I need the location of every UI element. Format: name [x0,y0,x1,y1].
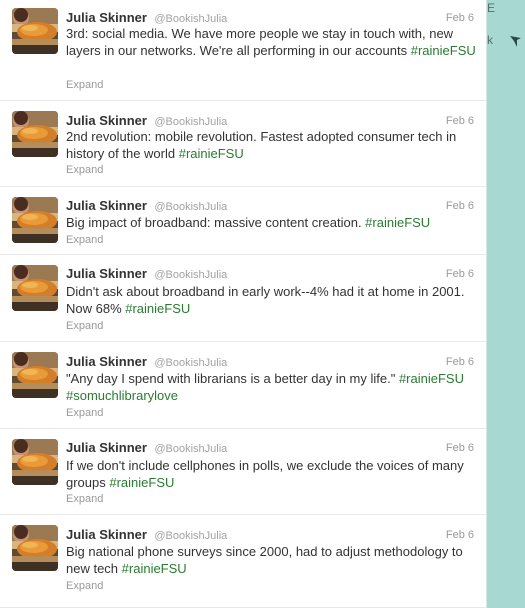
tweet-text-segment: 2nd revolution: mobile revolution. Faste… [66,129,457,161]
avatar[interactable] [12,352,58,398]
expand-link[interactable]: Expand [66,319,103,333]
expand-link[interactable]: Expand [66,492,103,506]
user-name[interactable]: Julia Skinner [66,198,147,213]
tweet-text: "Any day I spend with librarians is a be… [66,370,478,404]
hashtag-link[interactable]: #rainieFSU [125,301,190,316]
tweet-text: 3rd: social media. We have more people w… [66,25,478,59]
tweet-date[interactable]: Feb 6 [446,198,474,214]
user-handle[interactable]: @BookishJulia [154,269,227,281]
user-name[interactable]: Julia Skinner [66,354,147,369]
user-name[interactable]: Julia Skinner [66,266,147,281]
tweet-item[interactable]: Julia Skinner @BookishJulia Feb 6 "Any d… [0,342,486,429]
tweet-text: 2nd revolution: mobile revolution. Faste… [66,128,478,162]
tweet-date[interactable]: Feb 6 [446,527,474,543]
user-handle[interactable]: @BookishJulia [154,13,227,25]
user-handle[interactable]: @BookishJulia [154,530,227,542]
tweet-text-segment: Big impact of broadband: massive content… [66,215,366,230]
user-handle[interactable]: @BookishJulia [154,357,227,369]
tweet-text-segment: 3rd: social media. We have more people w… [66,26,454,58]
tweet-text-segment: "Any day I spend with librarians is a be… [66,371,399,386]
tweet-item[interactable]: Julia Skinner @BookishJulia Feb 6 2nd re… [0,101,486,187]
tweet-date[interactable]: Feb 6 [446,113,474,129]
expand-link[interactable]: Expand [66,163,103,177]
expand-link[interactable]: Expand [66,78,103,92]
avatar[interactable] [12,439,58,485]
expand-link[interactable]: Expand [66,579,103,593]
user-name[interactable]: Julia Skinner [66,10,147,25]
tweet-item[interactable]: Julia Skinner @BookishJulia Feb 6 3rd: s… [0,0,486,101]
expand-link[interactable]: Expand [66,233,103,247]
tweet-date[interactable]: Feb 6 [446,10,474,26]
hashtag-link[interactable]: #somuchlibrarylove [66,388,178,403]
avatar[interactable] [12,525,58,571]
hashtag-link[interactable]: #rainieFSU [411,43,476,58]
side-mark-mid: k [487,33,493,47]
tweet-date[interactable]: Feb 6 [446,354,474,370]
avatar[interactable] [12,265,58,311]
avatar[interactable] [12,111,58,157]
user-handle[interactable]: @BookishJulia [154,443,227,455]
tweet-text: Big national phone surveys since 2000, h… [66,543,478,577]
tweet-text: Didn't ask about broadband in early work… [66,283,478,317]
hashtag-link[interactable]: #rainieFSU [122,561,187,576]
side-mark-top: Ε [487,1,496,15]
user-handle[interactable]: @BookishJulia [154,116,227,128]
expand-link[interactable]: Expand [66,406,103,420]
arrow-pointer-icon [510,36,521,47]
user-handle[interactable]: @BookishJulia [154,201,227,213]
user-name[interactable]: Julia Skinner [66,527,147,542]
tweet-text: If we don't include cellphones in polls,… [66,457,478,491]
tweet-date[interactable]: Feb 6 [446,266,474,282]
tweet-text: Big impact of broadband: massive content… [66,214,478,231]
tweet-item[interactable]: Julia Skinner @BookishJulia Feb 6 Big im… [0,187,486,255]
user-name[interactable]: Julia Skinner [66,113,147,128]
hashtag-link[interactable]: #rainieFSU [399,371,464,386]
hashtag-link[interactable]: #rainieFSU [365,215,430,230]
tweet-timeline: Julia Skinner @BookishJulia Feb 6 3rd: s… [0,0,487,608]
tweet-date[interactable]: Feb 6 [446,440,474,456]
hashtag-link[interactable]: #rainieFSU [109,475,174,490]
tweet-item[interactable]: Julia Skinner @BookishJulia Feb 6 If we … [0,429,486,515]
avatar[interactable] [12,197,58,243]
user-name[interactable]: Julia Skinner [66,440,147,455]
hashtag-link[interactable]: #rainieFSU [179,146,244,161]
tweet-item[interactable]: Julia Skinner @BookishJulia Feb 6 Big na… [0,515,486,608]
avatar[interactable] [12,8,58,54]
tweet-item[interactable]: Julia Skinner @BookishJulia Feb 6 Didn't… [0,255,486,342]
